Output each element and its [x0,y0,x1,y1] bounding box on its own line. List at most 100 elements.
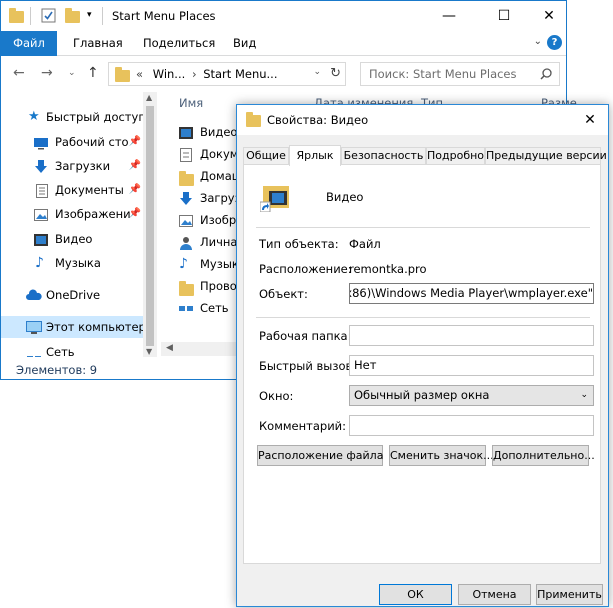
network-shortcut-icon [179,301,193,315]
sidebar-item-label: Загрузки [55,159,111,173]
comment-field[interactable] [349,415,594,436]
workdir-field[interactable] [349,325,594,346]
search-icon [540,68,552,80]
folder-shortcut-icon [246,112,261,127]
breadcrumb-item[interactable]: Win... [153,67,186,81]
sidebar-item-label: Видео [55,232,93,246]
type-label: Тип объекта: [259,237,339,251]
sidebar-item-quick-access[interactable]: ★ Быстрый доступ [1,106,143,128]
breadcrumb: « Win... › Start Menu... [136,67,278,81]
sidebar-item-label: Быстрый доступ [46,110,143,124]
folder-icon [115,67,130,82]
sidebar-item-label: Музыка [55,256,101,270]
back-arrow-icon[interactable]: ← [13,65,25,81]
scroll-up-icon[interactable]: ▲ [146,93,152,102]
document-icon [35,183,49,198]
scroll-left-icon[interactable]: ◀ [166,343,173,353]
hotkey-field[interactable]: Нет [349,355,594,376]
target-field[interactable]: n Files (x86)\Windows Media Player\wmpla… [349,283,594,304]
tab-home[interactable]: Главная [73,31,123,56]
advanced-button[interactable]: Дополнительно... [492,445,595,466]
cancel-button[interactable]: Отмена [458,584,531,605]
sidebar-item-video[interactable]: Видео [1,228,143,250]
sidebar-item-label: Рабочий сто [55,135,129,149]
sidebar-item-documents[interactable]: Документы 📌 [1,179,143,201]
apply-button[interactable]: Применить [536,584,603,605]
sidebar-item-network[interactable]: Сеть [1,345,143,357]
scrollbar-thumb[interactable] [146,106,154,346]
explorer-title-bar: ▾ Start Menu Places — ☐ ✕ [1,1,566,31]
scroll-down-icon[interactable]: ▼ [146,347,152,356]
new-folder-icon[interactable] [65,8,81,24]
shortcut-name: Видео [326,190,364,204]
sidebar-item-music[interactable]: ♪ Музыка [1,252,143,274]
column-header-name[interactable]: Имя [179,96,203,110]
sidebar-item-label: OneDrive [46,288,101,302]
customize-toolbar-dropdown-icon[interactable]: ▾ [87,10,92,20]
download-shortcut-icon [179,191,193,205]
up-arrow-icon[interactable]: ↑ [87,65,99,81]
tab-share[interactable]: Поделиться [143,31,215,56]
target-label: Объект: [259,287,308,301]
open-file-location-button[interactable]: Расположение файла [257,445,383,466]
tab-view[interactable]: Вид [233,31,256,56]
location-value: remontka.pro [349,262,427,276]
sidebar-scrollbar[interactable]: ▲ ▼ [143,92,157,357]
star-icon: ★ [28,109,40,124]
pin-icon: 📌 [128,184,141,195]
workdir-label: Рабочая папка: [259,329,352,343]
ok-button[interactable]: ОК [379,584,452,605]
help-icon[interactable]: ? [547,35,562,50]
close-button[interactable]: ✕ [526,1,572,31]
pictures-shortcut-icon [179,213,193,227]
breadcrumb-separator: › [191,67,197,81]
minimize-button[interactable]: — [426,1,472,31]
pin-icon: 📌 [128,136,141,147]
status-bar-item-count: Элементов: 9 [16,363,98,377]
window-size-select[interactable]: Обычный размер окна ⌄ [349,385,594,406]
navigation-pane: ★ Быстрый доступ Рабочий сто 📌 Загрузки … [1,92,157,357]
sidebar-item-onedrive[interactable]: OneDrive [1,284,143,306]
dialog-title: Свойства: Видео [267,113,369,127]
desktop-icon [34,135,48,150]
pin-icon: 📌 [128,160,141,171]
location-label: Расположение: [259,262,352,276]
sidebar-item-this-pc[interactable]: Этот компьютер [1,316,143,338]
sidebar-item-desktop[interactable]: Рабочий сто 📌 [1,131,143,153]
tab-details[interactable]: Подробно [426,147,485,165]
sidebar-item-label: Изображени [55,207,131,221]
address-bar[interactable]: « Win... › Start Menu... ⌄ ↻ [108,62,346,86]
download-icon [34,159,48,173]
breadcrumb-item[interactable]: Start Menu... [203,67,277,81]
search-input[interactable]: Поиск: Start Menu Places [360,62,560,86]
forward-arrow-icon[interactable]: → [41,65,53,81]
tab-previous-versions[interactable]: Предыдущие версии [485,147,607,165]
sidebar-item-downloads[interactable]: Загрузки 📌 [1,155,143,177]
properties-check-icon[interactable] [41,8,57,24]
breadcrumb-overflow[interactable]: « [136,67,143,81]
type-value: Файл [349,237,381,251]
tab-file[interactable]: Файл [1,31,57,56]
music-icon: ♪ [35,255,44,271]
shortcut-panel: Видео Тип объекта: Файл Расположение: re… [243,164,601,564]
properties-dialog: Свойства: Видео ✕ Общие Ярлык Безопаснос… [236,104,609,607]
explorer-folder-icon [179,279,194,296]
maximize-button[interactable]: ☐ [481,1,527,31]
navigation-bar: ← → ⌄ ↑ « Win... › Start Menu... ⌄ ↻ Пои… [1,56,566,92]
recent-dropdown-icon[interactable]: ⌄ [68,68,76,78]
tab-shortcut[interactable]: Ярлык [289,145,341,166]
dialog-close-button[interactable]: ✕ [572,105,608,135]
address-dropdown-icon[interactable]: ⌄ [313,67,321,77]
refresh-icon[interactable]: ↻ [330,66,341,81]
ribbon: Файл Главная Поделиться Вид ⌄ ? [1,31,566,56]
comment-label: Комментарий: [259,419,347,433]
search-placeholder: Поиск: Start Menu Places [369,67,517,81]
change-icon-button[interactable]: Сменить значок... [389,445,494,466]
sidebar-item-pictures[interactable]: Изображени 📌 [1,203,143,225]
music-shortcut-icon: ♪ [179,256,188,272]
chevron-down-icon[interactable]: ⌄ [534,36,542,47]
user-folder-icon [179,235,193,250]
tab-security[interactable]: Безопасность [341,147,426,165]
tab-general[interactable]: Общие [243,147,289,165]
chevron-down-icon: ⌄ [580,390,588,400]
